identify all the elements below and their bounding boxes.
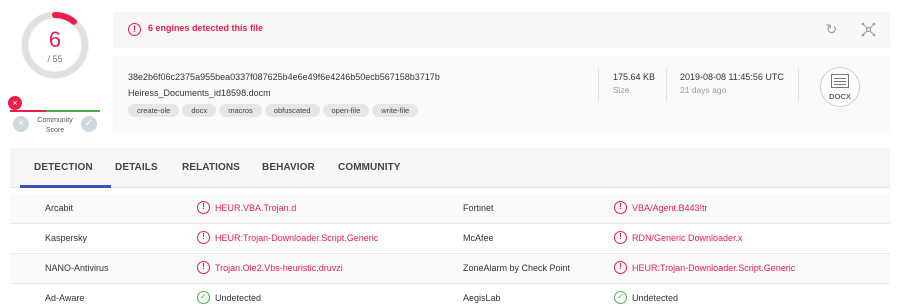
file-tags: create-ole docx macros obfuscated open-f… [128, 104, 419, 117]
vote-up-icon[interactable]: ✓ [81, 116, 97, 132]
engine-name: Kaspersky [45, 233, 88, 243]
detection-score-gauge: 6 / 55 [18, 8, 92, 82]
analysis-date-value: 2019-08-08 11:45:56 UTC [680, 72, 784, 82]
file-name: Heiress_Documents_id18598.docm [128, 88, 271, 98]
tag-open-file[interactable]: open-file [322, 104, 370, 117]
detection-result: RDN/Generic Downloader.x [632, 233, 743, 243]
detection-message: 6 engines detected this file [148, 23, 264, 33]
file-hash[interactable]: 38e2b6f06c2375a955bea0337f087625b4e6e49f… [128, 72, 440, 82]
tab-details[interactable]: DETAILS [115, 162, 158, 173]
tab-detection[interactable]: DETECTION [34, 162, 93, 173]
detection-table: Arcabit ! HEUR.VBA.Trojan.d Fortinet ! V… [10, 194, 890, 308]
tab-behavior[interactable]: BEHAVIOR [262, 162, 315, 173]
community-score-marker: × [8, 96, 22, 110]
detection-result: HEUR.VBA.Trojan.d [215, 203, 297, 213]
vote-harmless-icon[interactable]: × [13, 116, 29, 132]
divider [598, 68, 599, 102]
file-size-label: Size [613, 85, 630, 95]
detection-status-icon: ! [614, 201, 627, 214]
tag-docx[interactable]: docx [182, 104, 217, 117]
detection-result: HEUR:Trojan-Downloader.Script.Generic [215, 233, 379, 243]
reload-icon[interactable]: ↻ [823, 21, 840, 38]
tag-create-ole[interactable]: create-ole [128, 104, 180, 117]
engine-name: AegisLab [463, 293, 501, 303]
tab-community[interactable]: COMMUNITY [338, 162, 401, 173]
file-size-value: 175.64 KB [613, 72, 656, 82]
detection-banner: ! 6 engines detected this file ↻ [113, 12, 890, 48]
engine-total: / 55 [47, 54, 63, 64]
detection-status-icon: ✓ [614, 291, 627, 304]
table-row: Arcabit ! HEUR.VBA.Trojan.d Fortinet ! V… [10, 194, 890, 224]
tag-macros[interactable]: macros [219, 104, 262, 117]
table-row: Ad-Aware ✓ Undetected AegisLab ✓ Undetec… [10, 284, 890, 308]
document-icon [831, 74, 849, 88]
engine-name: McAfee [463, 233, 494, 243]
detection-status-icon: ! [614, 231, 627, 244]
engine-name: Arcabit [45, 203, 74, 213]
file-info-panel: 38e2b6f06c2375a955bea0337f087625b4e6e49f… [113, 56, 890, 132]
divider [666, 68, 667, 102]
detection-status-icon: ! [197, 201, 210, 214]
community-score-bar [10, 110, 100, 112]
docx-file-icon: DOCX [820, 67, 860, 107]
community-score-label: Community Score [37, 117, 73, 134]
detection-status-icon: ! [197, 261, 210, 274]
alert-circle-icon: ! [128, 23, 141, 36]
graph-icon[interactable] [861, 22, 876, 37]
detection-result: Undetected [215, 293, 262, 303]
table-row: NANO-Antivirus ! Trojan.Ole2.Vbs-heurist… [10, 254, 890, 284]
detection-result: VBA/Agent.B443!tr [632, 203, 708, 213]
detection-count: 6 [48, 27, 62, 52]
table-row: Kaspersky ! HEUR:Trojan-Downloader.Scrip… [10, 224, 890, 254]
detection-result: HEUR:Trojan-Downloader.Script.Generic [632, 263, 796, 273]
engine-name: Fortinet [463, 203, 494, 213]
tag-write-file[interactable]: write-file [372, 104, 419, 117]
analysis-date-age: 21 days ago [680, 85, 727, 95]
divider [798, 68, 799, 102]
tag-obfuscated[interactable]: obfuscated [264, 104, 320, 117]
file-type-label: DOCX [829, 92, 851, 101]
detection-result: Trojan.Ole2.Vbs-heuristic.druvzi [215, 263, 343, 273]
tab-relations[interactable]: RELATIONS [182, 162, 240, 173]
report-tabs: DETECTION DETAILS RELATIONS BEHAVIOR COM… [10, 148, 890, 188]
detection-status-icon: ! [197, 231, 210, 244]
detection-status-icon: ✓ [197, 291, 210, 304]
active-tab-indicator [20, 185, 111, 188]
engine-name: ZoneAlarm by Check Point [463, 263, 571, 273]
engine-name: Ad-Aware [45, 293, 85, 303]
detection-result: Undetected [632, 293, 679, 303]
engine-name: NANO-Antivirus [45, 263, 109, 273]
detection-status-icon: ! [614, 261, 627, 274]
